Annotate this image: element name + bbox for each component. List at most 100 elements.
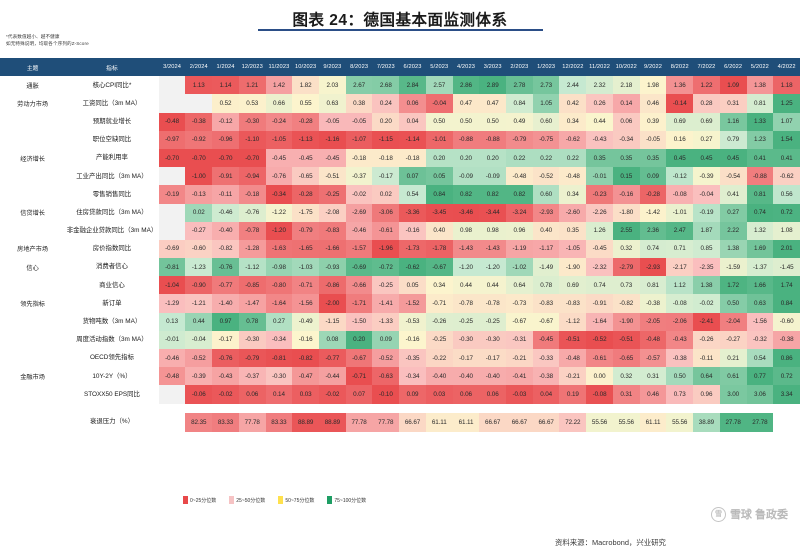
heatmap-cell: 0.04 <box>399 112 426 131</box>
legend-item: 50~75分位数 <box>278 496 314 504</box>
heatmap-cell: -0.66 <box>345 276 373 295</box>
row-indicator-label: 新订单 <box>65 294 159 313</box>
heatmap-cell: -0.08 <box>666 185 694 204</box>
table-row: 信贷增长 住房贷款同比（3m MA） 0.02 -0.46 -0.76 -1.22 -1.7… <box>0 203 800 222</box>
heatmap-cell: -0.05 <box>639 130 667 149</box>
heatmap-cell: -1.19 <box>506 239 533 259</box>
heatmap-cell: 1.33 <box>746 112 774 131</box>
heatmap-cell: -1.05 <box>265 130 293 149</box>
heatmap-cell: -2.32 <box>586 258 613 277</box>
heatmap-cell: 0.04 <box>532 385 560 404</box>
heatmap-cell: -1.16 <box>319 130 346 149</box>
heatmap-cell: -1.37 <box>746 258 774 277</box>
heatmap-cell: -0.81 <box>265 349 293 368</box>
heatmap-cell: 2.47 <box>666 221 694 240</box>
heatmap-cell: 2.22 <box>719 221 747 240</box>
heatmap-cell: -0.76 <box>212 349 239 368</box>
heatmap-cell: 0.14 <box>612 94 640 113</box>
heatmap-cell: 1.87 <box>693 221 720 240</box>
table-row: STOXX50 EPS同比 -0.06 -0.02 0.06 0.14 0.03 -0.02… <box>0 385 800 404</box>
heatmap-cell: -1.47 <box>238 294 266 313</box>
column-header-date: 9/2022 <box>639 58 667 77</box>
heatmap-cell: -2.60 <box>559 203 587 222</box>
watermark-logo-icon: 雪 <box>710 506 726 522</box>
heatmap-cell: -0.52 <box>185 349 213 368</box>
heatmap-cell: 1.72 <box>719 276 747 295</box>
heatmap-cell: -0.16 <box>612 185 640 204</box>
heatmap-cell: 0.41 <box>746 148 774 168</box>
heatmap-cell: 1.38 <box>719 239 747 259</box>
heatmap-cell: -0.37 <box>238 367 266 386</box>
heatmap-cell: 0.07 <box>399 167 426 186</box>
heatmap-cell: 0.84 <box>425 185 453 204</box>
column-header-date: 1/2024 <box>212 58 239 77</box>
heatmap-cell: -0.88 <box>452 130 480 149</box>
heatmap-cell: -0.51 <box>319 167 346 186</box>
heatmap-cell: -1.50 <box>345 312 373 331</box>
heatmap-cell: -1.42 <box>639 203 667 222</box>
heatmap-cell: 0.41 <box>719 185 747 204</box>
heatmap-cell: 0.06 <box>452 385 480 404</box>
heatmap-cell: -0.25 <box>319 185 346 204</box>
heatmap-cell: 82.35 <box>185 412 213 432</box>
legend-swatch <box>278 496 283 504</box>
row-theme-label <box>0 349 66 368</box>
heatmap-cell: -0.08 <box>586 385 613 404</box>
heatmap-cell: 2.67 <box>345 76 373 95</box>
heatmap-cell: 77.78 <box>345 412 373 432</box>
legend-label: 25~50分位数 <box>236 497 266 504</box>
heatmap-cell: 1.22 <box>693 76 720 95</box>
heatmap-cell: -0.05 <box>345 112 373 131</box>
heatmap-cell: -0.67 <box>345 349 373 368</box>
figure-page: 图表 24：德国基本面监测体系 *代表数值越小、越不健康 如无特殊说明，均取各个… <box>0 0 800 556</box>
legend-item: 0~25分位数 <box>183 496 216 504</box>
table-row: 信心 消费者信心 -0.81 -1.23 -0.76 -1.12 -0.98 -1.03 -0.… <box>0 258 800 277</box>
row-indicator-label: OECD领先指标 <box>65 349 159 368</box>
table-row: 非金融企业贷款同比（3m MA） -0.27 -0.40 -0.78 -1.20 -0.7… <box>0 221 800 240</box>
heatmap-cell: 0.98 <box>479 221 507 240</box>
heatmap-cell: -0.91 <box>586 294 613 313</box>
column-header-date: 5/2022 <box>746 58 774 77</box>
heatmap-cell: -0.93 <box>319 258 346 277</box>
heatmap-cell: -0.45 <box>265 148 293 168</box>
heatmap-cell: -0.61 <box>372 221 400 240</box>
heatmap-cell: 0.08 <box>319 330 346 349</box>
heatmap-cell: -0.81 <box>158 258 186 277</box>
heatmap-cell: 61.11 <box>639 412 667 432</box>
heatmap-cell: 0.74 <box>746 203 774 222</box>
heatmap-cell: -0.70 <box>185 148 213 168</box>
heatmap-cell: -0.37 <box>345 167 373 186</box>
heatmap-cell: 1.69 <box>746 239 774 259</box>
heatmap-cell: -0.30 <box>452 330 480 349</box>
column-header-date: 10/2023 <box>292 58 320 77</box>
heatmap-cell: 2.86 <box>452 76 480 95</box>
heatmap-cell: -0.02 <box>319 385 346 404</box>
heatmap-cell: -0.46 <box>345 221 373 240</box>
heatmap-cell: -2.35 <box>693 258 720 277</box>
heatmap-cell: 0.47 <box>479 94 507 113</box>
heatmap-cell: -1.56 <box>292 294 320 313</box>
heatmap-cell: -0.51 <box>612 330 640 349</box>
heatmap-cell: 0.96 <box>506 221 533 240</box>
column-header-date: 4/2022 <box>773 58 800 77</box>
heatmap-cell: -0.26 <box>693 330 720 349</box>
heatmap-cell: -0.88 <box>479 130 507 149</box>
heatmap-cell: 0.05 <box>425 167 453 186</box>
table-row: 货物吨数（3m MA） 0.13 0.44 0.97 0.78 0.27 -0.49 -1.1… <box>0 312 800 331</box>
heatmap-cell: 1.82 <box>292 76 320 95</box>
heatmap-cell: 0.69 <box>559 276 587 295</box>
heatmap-cell: 66.67 <box>399 412 426 432</box>
row-theme-label: 金融市场 <box>0 367 66 386</box>
heatmap-cell: -0.52 <box>372 349 400 368</box>
column-header-date: 1/2023 <box>532 58 560 77</box>
heatmap-cell: -0.61 <box>586 349 613 368</box>
heatmap-cell: -0.49 <box>292 312 320 331</box>
heatmap-cell: 0.81 <box>746 185 774 204</box>
heatmap-cell: -0.11 <box>212 185 239 204</box>
table-row: 商业信心 -1.04 -0.90 -0.77 -0.85 -0.80 -0.71 -0.86-… <box>0 276 800 295</box>
heatmap-cell: -0.76 <box>238 203 266 222</box>
heatmap-cell: 0.38 <box>345 94 373 113</box>
row-theme-label <box>0 385 66 404</box>
heatmap-cell: -0.51 <box>559 330 587 349</box>
heatmap-cell: -1.66 <box>319 239 346 259</box>
